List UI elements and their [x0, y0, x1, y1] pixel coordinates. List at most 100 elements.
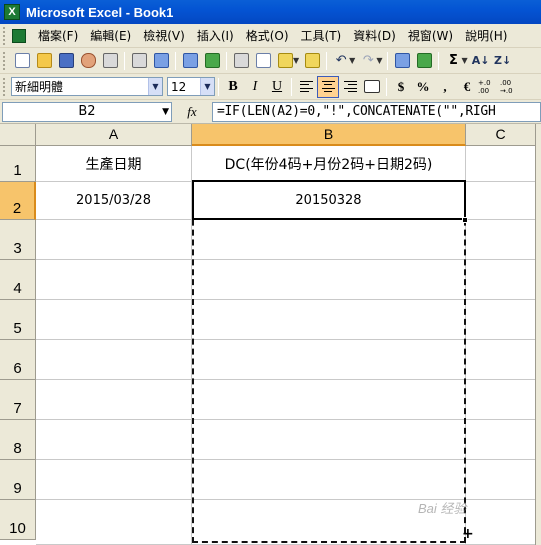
- cell-c2[interactable]: [466, 182, 536, 220]
- cut-button[interactable]: [230, 50, 252, 72]
- row-header-9[interactable]: 9: [0, 460, 36, 500]
- menu-format[interactable]: 格式(O): [240, 27, 295, 44]
- cell-b6[interactable]: [192, 340, 466, 380]
- print-button[interactable]: [128, 50, 150, 72]
- cell-a4[interactable]: [36, 260, 192, 300]
- bold-button[interactable]: B: [222, 76, 244, 98]
- chevron-down-icon[interactable]: ▼: [162, 103, 169, 121]
- row-header-4[interactable]: 4: [0, 260, 36, 300]
- menu-edit[interactable]: 編輯(E): [84, 27, 137, 44]
- workbook-icon[interactable]: [12, 28, 26, 43]
- sort-descending-button[interactable]: Z↓: [492, 50, 514, 72]
- menu-help[interactable]: 說明(H): [459, 27, 513, 44]
- cell-b4[interactable]: [192, 260, 466, 300]
- menu-tools[interactable]: 工具(T): [295, 27, 348, 44]
- cell-a9[interactable]: [36, 460, 192, 500]
- cell-a6[interactable]: [36, 340, 192, 380]
- italic-button[interactable]: I: [244, 76, 266, 98]
- row-header-8[interactable]: 8: [0, 420, 36, 460]
- row-header-5[interactable]: 5: [0, 300, 36, 340]
- cell-a3[interactable]: [36, 220, 192, 260]
- merge-center-button[interactable]: [361, 76, 383, 98]
- decrease-decimal-button[interactable]: .00 →.0: [500, 76, 522, 98]
- menu-data[interactable]: 資料(D): [347, 27, 402, 44]
- print-icon: [131, 53, 147, 68]
- menu-grip[interactable]: [3, 26, 9, 45]
- vertical-scrollbar-edge[interactable]: [535, 124, 541, 545]
- cell-a7[interactable]: [36, 380, 192, 420]
- row-header-6[interactable]: 6: [0, 340, 36, 380]
- insert-function-button[interactable]: fx: [172, 104, 212, 120]
- chevron-down-icon[interactable]: ▼: [293, 56, 299, 65]
- formula-input[interactable]: =IF(LEN(A2)=0,"!",CONCATENATE("",RIGH: [212, 101, 541, 122]
- menu-insert[interactable]: 插入(I): [191, 27, 240, 44]
- open-button[interactable]: [33, 50, 55, 72]
- sort-ascending-button[interactable]: A↓: [470, 50, 492, 72]
- cell-a5[interactable]: [36, 300, 192, 340]
- row-header-10[interactable]: 10: [0, 500, 36, 540]
- menu-file[interactable]: 檔案(F): [32, 27, 84, 44]
- email-button[interactable]: [99, 50, 121, 72]
- chevron-down-icon[interactable]: ▼: [349, 56, 355, 65]
- toolbar-grip[interactable]: [3, 77, 7, 96]
- chevron-down-icon[interactable]: ▼: [376, 56, 382, 65]
- menu-window[interactable]: 視窗(W): [402, 27, 459, 44]
- cell-a10[interactable]: [36, 500, 192, 545]
- cell-c10[interactable]: [466, 500, 536, 545]
- permission-button[interactable]: [77, 50, 99, 72]
- new-button[interactable]: [11, 50, 33, 72]
- toolbar-grip[interactable]: [3, 51, 7, 70]
- save-button[interactable]: [55, 50, 77, 72]
- chart-wizard-button[interactable]: [413, 50, 435, 72]
- cell-c6[interactable]: [466, 340, 536, 380]
- column-header-c[interactable]: C: [466, 124, 536, 146]
- cell-c8[interactable]: [466, 420, 536, 460]
- chevron-down-icon[interactable]: ▼: [461, 56, 467, 65]
- cell-b2[interactable]: 20150328: [192, 182, 466, 220]
- format-painter-button[interactable]: [301, 50, 323, 72]
- row-header-1[interactable]: 1: [0, 146, 36, 182]
- cell-b9[interactable]: [192, 460, 466, 500]
- cell-c3[interactable]: [466, 220, 536, 260]
- cell-b3[interactable]: [192, 220, 466, 260]
- align-left-button[interactable]: [295, 76, 317, 98]
- percent-button[interactable]: %: [412, 76, 434, 98]
- cell-c7[interactable]: [466, 380, 536, 420]
- font-size-select[interactable]: 12 ▼: [167, 77, 215, 96]
- cell-c9[interactable]: [466, 460, 536, 500]
- cell-b7[interactable]: [192, 380, 466, 420]
- cell-b5[interactable]: [192, 300, 466, 340]
- row-header-3[interactable]: 3: [0, 220, 36, 260]
- cell-a1[interactable]: 生產日期: [36, 146, 192, 182]
- cell-b1[interactable]: DC(年份4码+月份2码+日期2码): [192, 146, 466, 182]
- select-all-corner[interactable]: [0, 124, 36, 146]
- insert-hyperlink-button[interactable]: [391, 50, 413, 72]
- row-header-2[interactable]: 2: [0, 182, 36, 220]
- name-box[interactable]: B2 ▼: [2, 101, 172, 122]
- column-header-b[interactable]: B: [192, 124, 466, 146]
- comma-style-button[interactable]: ,: [434, 76, 456, 98]
- research-button[interactable]: [201, 50, 223, 72]
- chevron-down-icon[interactable]: ▼: [200, 78, 214, 95]
- row-header-7[interactable]: 7: [0, 380, 36, 420]
- chevron-down-icon[interactable]: ▼: [148, 78, 162, 95]
- cell-c5[interactable]: [466, 300, 536, 340]
- cell-b8[interactable]: [192, 420, 466, 460]
- column-header-a[interactable]: A: [36, 124, 192, 146]
- align-right-button[interactable]: [339, 76, 361, 98]
- font-name-select[interactable]: 新細明體 ▼: [11, 77, 163, 96]
- cell-c4[interactable]: [466, 260, 536, 300]
- align-center-button[interactable]: [317, 75, 339, 98]
- print-preview-button[interactable]: [150, 50, 172, 72]
- spelling-button[interactable]: [179, 50, 201, 72]
- copy-button[interactable]: [252, 50, 274, 72]
- increase-decimal-button[interactable]: +.0 .00: [478, 76, 500, 98]
- cell-a8[interactable]: [36, 420, 192, 460]
- currency-button[interactable]: $: [390, 76, 412, 98]
- cell-a2[interactable]: 2015/03/28: [36, 182, 192, 220]
- underline-button[interactable]: U: [266, 76, 288, 98]
- euro-button[interactable]: €: [456, 76, 478, 98]
- menu-view[interactable]: 檢視(V): [137, 27, 191, 44]
- cell-c1[interactable]: [466, 146, 536, 182]
- fill-handle[interactable]: [462, 217, 468, 223]
